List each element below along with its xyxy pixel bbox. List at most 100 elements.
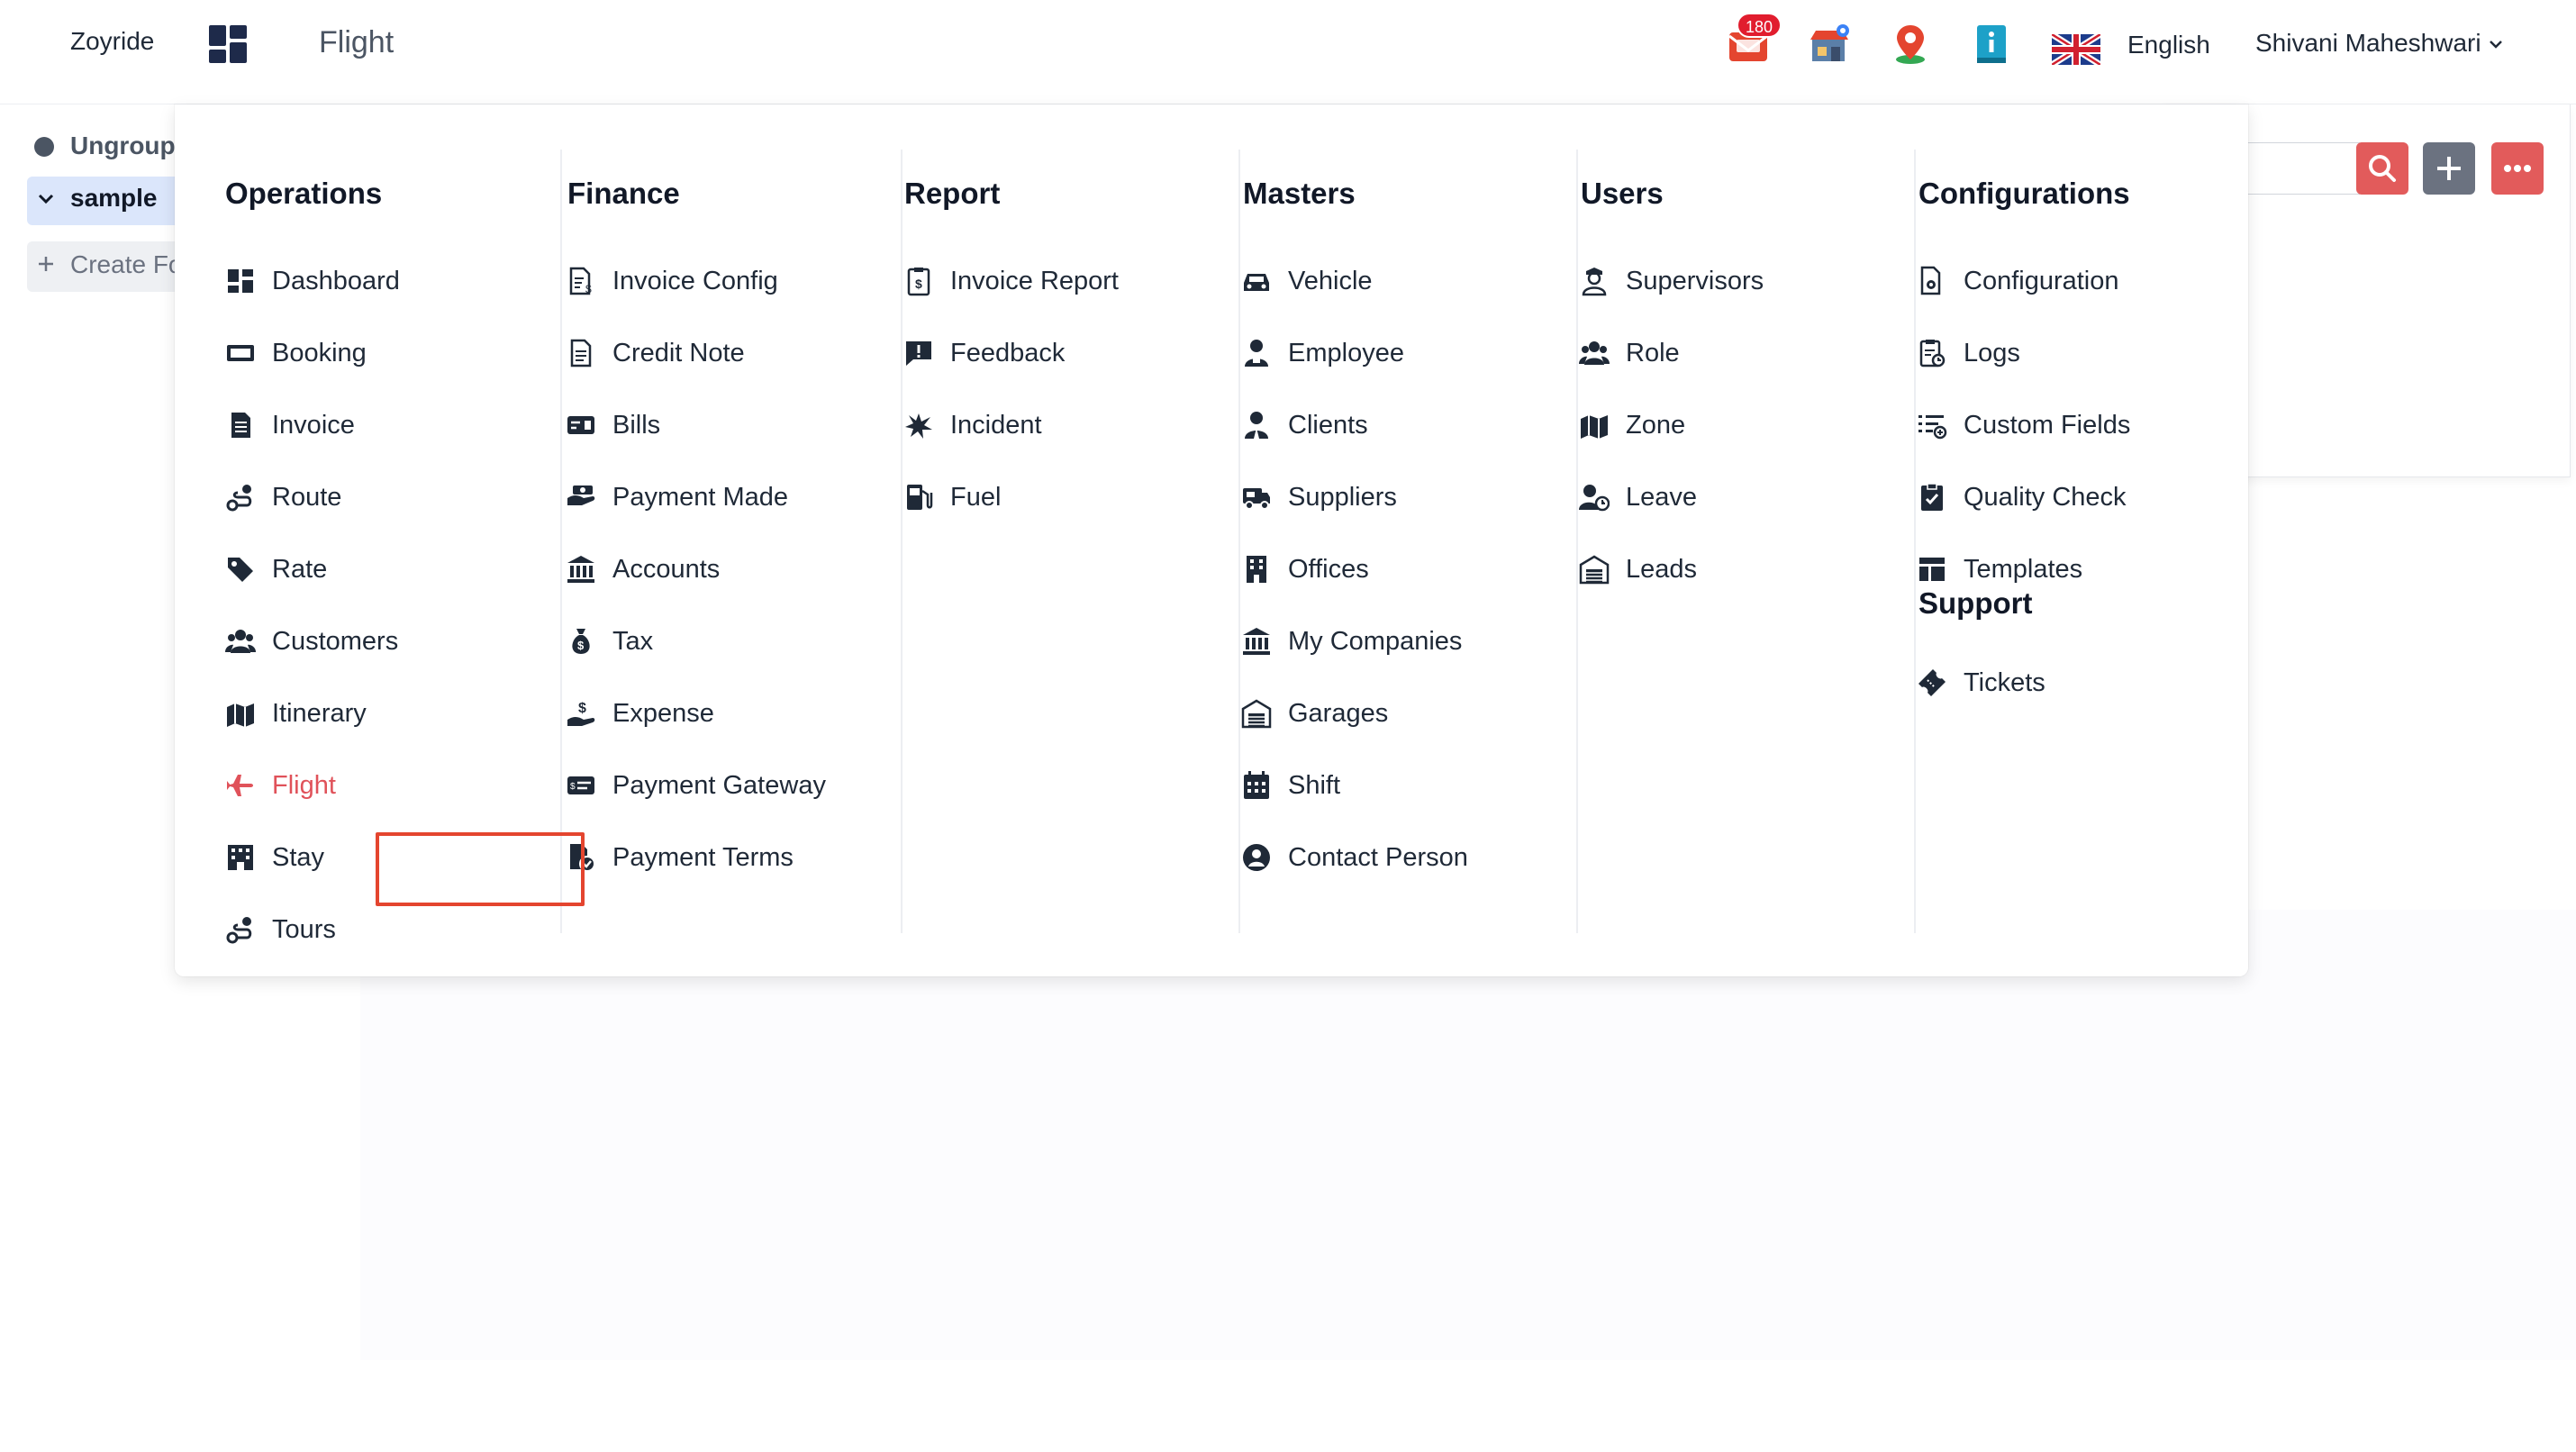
report-icon: $ bbox=[907, 268, 930, 296]
list-add-icon bbox=[1918, 415, 1947, 440]
map-pin-icon[interactable] bbox=[1888, 22, 1933, 67]
menu-item-vehicle[interactable]: Vehicle bbox=[1241, 259, 1373, 304]
menu-item-leave[interactable]: Leave bbox=[1579, 475, 1697, 520]
menu-item-my-companies[interactable]: My Companies bbox=[1241, 619, 1462, 664]
menu-item-invoice[interactable]: Invoice bbox=[225, 403, 355, 448]
add-button[interactable] bbox=[2423, 142, 2475, 195]
menu-item-configuration[interactable]: Configuration bbox=[1917, 259, 2119, 304]
invoice-icon bbox=[231, 413, 250, 438]
menu-item-rate[interactable]: Rate bbox=[225, 547, 327, 592]
menu-item-suppliers[interactable]: Suppliers bbox=[1241, 475, 1397, 520]
menu-heading-finance: Finance bbox=[567, 177, 680, 210]
menu-column-masters: Masters Vehicle Employee Clients Supplie… bbox=[1241, 150, 1578, 933]
menu-item-itinerary[interactable]: Itinerary bbox=[225, 691, 367, 736]
menu-item-feedback[interactable]: Feedback bbox=[903, 331, 1065, 376]
document-icon bbox=[570, 339, 592, 368]
menu-heading-support: Support bbox=[1918, 586, 2033, 620]
menu-item-stay[interactable]: Stay bbox=[225, 835, 324, 880]
menu-item-payment-made[interactable]: Payment Made bbox=[566, 475, 788, 520]
chevron-down-icon[interactable] bbox=[2486, 34, 2506, 54]
menu-item-quality-check[interactable]: Quality Check bbox=[1917, 475, 2127, 520]
client-icon bbox=[1245, 412, 1268, 439]
invoice-config-icon: $ bbox=[569, 267, 592, 295]
page-title: Flight bbox=[319, 25, 395, 59]
menu-item-expense[interactable]: $ Expense bbox=[566, 691, 714, 736]
incident-icon bbox=[905, 413, 932, 439]
menu-item-payment-terms[interactable]: Payment Terms bbox=[566, 835, 794, 880]
language-selector[interactable]: English bbox=[2127, 31, 2210, 59]
search-icon bbox=[2369, 155, 2396, 182]
content-background bbox=[360, 910, 2576, 1360]
menu-item-route[interactable]: Route bbox=[225, 475, 341, 520]
menu-item-supervisors[interactable]: Supervisors bbox=[1579, 259, 1764, 304]
file-gear-icon bbox=[1920, 266, 1941, 295]
menu-column-users: Users Supervisors Role Zone Leave Leads bbox=[1579, 150, 1916, 933]
menu-item-invoice-report[interactable]: $ Invoice Report bbox=[903, 259, 1119, 304]
notification-badge: 180 bbox=[1737, 13, 1782, 38]
apps-grid-icon[interactable] bbox=[209, 25, 247, 63]
menu-item-clients[interactable]: Clients bbox=[1241, 403, 1368, 448]
menu-item-accounts[interactable]: Accounts bbox=[566, 547, 720, 592]
menu-heading-masters: Masters bbox=[1243, 177, 1356, 210]
group-dot-icon bbox=[34, 137, 54, 157]
marketplace-icon[interactable] bbox=[1807, 22, 1852, 67]
chevron-down-icon[interactable] bbox=[36, 189, 56, 209]
user-menu[interactable]: Shivani Maheshwari bbox=[2255, 29, 2481, 58]
menu-item-fuel[interactable]: Fuel bbox=[903, 475, 1001, 520]
fuel-icon bbox=[907, 485, 933, 510]
calendar-icon bbox=[1244, 771, 1269, 799]
truck-icon bbox=[1243, 488, 1270, 510]
menu-item-tax[interactable]: $ Tax bbox=[566, 619, 653, 664]
clipboard-check-icon bbox=[1921, 483, 1943, 511]
employee-icon bbox=[1245, 340, 1268, 367]
menu-heading-report: Report bbox=[904, 177, 1001, 210]
menu-item-flight[interactable]: Flight bbox=[225, 763, 336, 808]
user-clock-icon bbox=[1579, 485, 1610, 512]
search-button[interactable] bbox=[2356, 142, 2408, 195]
menu-item-tours[interactable]: Tours bbox=[225, 907, 336, 952]
menu-item-zone[interactable]: Zone bbox=[1579, 403, 1685, 448]
uk-flag-icon[interactable] bbox=[2052, 34, 2100, 65]
menu-item-role[interactable]: Role bbox=[1579, 331, 1680, 376]
info-book-icon[interactable] bbox=[1969, 22, 2014, 67]
hotel-icon bbox=[228, 845, 253, 870]
sidebar-ungrouped[interactable]: Ungroup bbox=[70, 132, 176, 160]
menu-item-shift[interactable]: Shift bbox=[1241, 763, 1340, 808]
menu-item-booking[interactable]: Booking bbox=[225, 331, 367, 376]
create-form-label[interactable]: Create Fo bbox=[70, 250, 183, 279]
map-icon bbox=[1581, 415, 1608, 439]
menu-item-custom-fields[interactable]: Custom Fields bbox=[1917, 403, 2130, 448]
menu-item-tickets[interactable]: Tickets bbox=[1917, 660, 2045, 705]
menu-item-credit-note[interactable]: Credit Note bbox=[566, 331, 745, 376]
supervisor-icon bbox=[1582, 268, 1607, 296]
menu-item-offices[interactable]: Offices bbox=[1241, 547, 1369, 592]
bank-icon bbox=[1243, 628, 1270, 655]
menu-item-employee[interactable]: Employee bbox=[1241, 331, 1404, 376]
menu-item-templates[interactable]: Templates bbox=[1917, 547, 2082, 592]
menu-item-incident[interactable]: Incident bbox=[903, 403, 1042, 448]
ticket-icon bbox=[1918, 669, 1946, 696]
plane-icon bbox=[227, 775, 253, 796]
tag-icon bbox=[228, 558, 253, 582]
menu-item-leads[interactable]: Leads bbox=[1579, 547, 1697, 592]
map-icon bbox=[227, 703, 254, 727]
menu-item-logs[interactable]: Logs bbox=[1917, 331, 2020, 376]
menu-item-contact-person[interactable]: Contact Person bbox=[1241, 835, 1468, 880]
menu-item-payment-gateway[interactable]: $ Payment Gateway bbox=[566, 763, 826, 808]
menu-item-bills[interactable]: Bills bbox=[566, 403, 660, 448]
menu-item-dashboard[interactable]: Dashboard bbox=[225, 259, 400, 304]
garage-icon bbox=[1241, 699, 1272, 729]
svg-text:$: $ bbox=[915, 277, 922, 291]
menu-heading-operations: Operations bbox=[225, 177, 383, 210]
svg-text:$: $ bbox=[577, 639, 585, 652]
menu-item-invoice-config[interactable]: $ Invoice Config bbox=[566, 259, 778, 304]
garage-icon bbox=[1579, 555, 1610, 585]
menu-item-customers[interactable]: Customers bbox=[225, 619, 398, 664]
car-icon bbox=[1244, 274, 1269, 291]
bank-icon bbox=[567, 556, 594, 583]
brand-name[interactable]: Zoyride bbox=[70, 27, 154, 56]
menu-item-garages[interactable]: Garages bbox=[1241, 691, 1388, 736]
more-options-button[interactable] bbox=[2491, 142, 2544, 195]
sidebar-group-label[interactable]: sample bbox=[70, 184, 158, 213]
user-circle-icon bbox=[1243, 844, 1270, 871]
